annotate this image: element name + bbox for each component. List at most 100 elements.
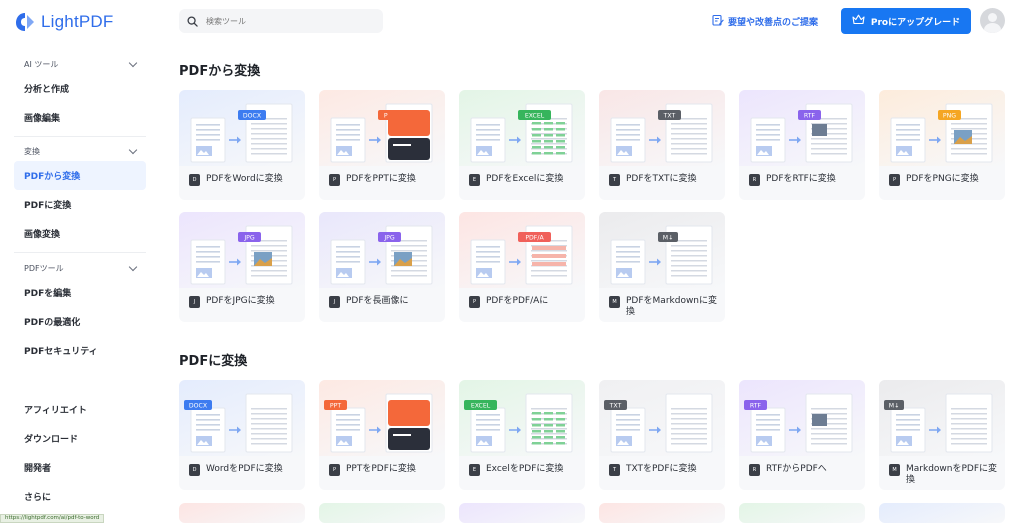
file-type-icon: M (609, 296, 620, 308)
tool-card-label: PDFをExcelに変換 (486, 174, 564, 184)
section-title-from-pdf: PDFから変換 (179, 64, 261, 79)
search-icon (187, 12, 198, 31)
nav-group-convert: 変換 PDFから変換 PDFに変換 画像変換 (14, 141, 146, 248)
chevron-down-icon (128, 145, 138, 154)
logo[interactable]: LightPDF (14, 8, 113, 36)
svg-text:RTF: RTF (804, 113, 816, 120)
file-type-icon: J (329, 296, 340, 308)
tool-card-thumbnail: RTF (739, 90, 865, 166)
tool-card[interactable]: TXT T TXTをPDFに変換 (599, 380, 725, 490)
tool-card-label-row: T TXTをPDFに変換 (609, 464, 719, 476)
file-type-icon: E (469, 464, 480, 476)
sidebar-item-optimize-pdf[interactable]: PDFの最適化 (14, 307, 146, 336)
tool-card-thumbnail: RTF (739, 380, 865, 456)
file-type-icon: D (189, 464, 200, 476)
file-type-icon: M (889, 464, 900, 476)
file-type-icon: E (469, 174, 480, 186)
sidebar-item-image-convert[interactable]: 画像変換 (14, 219, 146, 248)
tool-card-label-row: P PPTをPDFに変換 (329, 464, 439, 476)
tool-card-partial[interactable] (879, 503, 1005, 523)
tool-card-label: PDFをJPGに変換 (206, 296, 275, 306)
crown-icon (852, 14, 865, 28)
svg-text:DOCX: DOCX (243, 113, 262, 120)
nav-section-label: 変換 (24, 146, 40, 156)
tool-card-label: PDFをPDF/Aに (486, 296, 549, 306)
tool-card-thumbnail: TXT (599, 380, 725, 456)
tool-card-partial[interactable] (739, 503, 865, 523)
sidebar-item-pdf-security[interactable]: PDFセキュリティ (14, 336, 146, 365)
sidebar-item-more[interactable]: さらに (14, 482, 146, 511)
tool-card-label-row: R RTFからPDFへ (749, 464, 859, 476)
tool-card[interactable]: M↓ M MarkdownをPDFに変換 (879, 380, 1005, 490)
tool-card-label-row: D WordをPDFに変換 (189, 464, 299, 476)
svg-text:EXCEL: EXCEL (471, 403, 491, 410)
tool-card-partial[interactable] (179, 503, 305, 523)
tool-card[interactable]: PNG P PDFをPNGに変換 (879, 90, 1005, 200)
search-box[interactable] (179, 9, 383, 33)
tool-card[interactable]: JPG J PDFをJPGに変換 (179, 212, 305, 322)
tool-card[interactable]: JPG J PDFを長画像に (319, 212, 445, 322)
tool-card[interactable]: DOCX D WordをPDFに変換 (179, 380, 305, 490)
tool-card-partial[interactable] (319, 503, 445, 523)
sidebar-item-analyze-create[interactable]: 分析と作成 (14, 74, 146, 103)
status-url: https://lightpdf.com/ai/pdf-to-word (0, 514, 105, 523)
avatar[interactable] (980, 8, 1005, 33)
chevron-down-icon (128, 58, 138, 67)
feedback-label: 要望や改善点のご提案 (728, 17, 819, 28)
sidebar-item-to-pdf[interactable]: PDFに変換 (14, 190, 146, 219)
lightpdf-logo-icon (14, 11, 36, 33)
tool-card[interactable]: DOCX D PDFをWordに変換 (179, 90, 305, 200)
tool-card-partial[interactable] (599, 503, 725, 523)
logo-text: LightPDF (41, 12, 114, 31)
svg-text:DOCX: DOCX (189, 403, 208, 410)
file-type-icon: D (189, 174, 200, 186)
nav-section-pdf-tools[interactable]: PDFツール (14, 258, 146, 278)
nav-section-label: PDFツール (24, 263, 64, 273)
nav-group-pdf-tools: PDFツール PDFを編集 PDFの最適化 PDFセキュリティ (14, 258, 146, 365)
upgrade-button[interactable]: Proにアップグレード (841, 8, 971, 34)
tool-card-label-row: P PDFをPNGに変換 (889, 174, 999, 186)
tool-card-label-row: P PDFをPPTに変換 (329, 174, 439, 186)
tool-card-label-row: M MarkdownをPDFに変換 (889, 464, 999, 486)
tool-card-thumbnail: PPT (319, 90, 445, 166)
tool-card-label: PPTをPDFに変換 (346, 464, 416, 474)
tool-card-thumbnail: DOCX (179, 380, 305, 456)
tool-card[interactable]: PDF/A P PDFをPDF/Aに (459, 212, 585, 322)
file-type-icon: T (609, 174, 620, 186)
tool-card-thumbnail: DOCX (179, 90, 305, 166)
tool-card-label: PDFをTXTに変換 (626, 174, 697, 184)
tool-card[interactable]: PPT P PPTをPDFに変換 (319, 380, 445, 490)
tool-card-thumbnail: M↓ (599, 212, 725, 288)
tool-card-label-row: D PDFをWordに変換 (189, 174, 299, 186)
tool-card-thumbnail: PDF/A (459, 212, 585, 288)
search-input[interactable] (206, 16, 366, 26)
tool-card[interactable]: EXCEL E PDFをExcelに変換 (459, 90, 585, 200)
sidebar-item-affiliate[interactable]: アフィリエイト (14, 395, 146, 424)
sidebar-item-edit-pdf[interactable]: PDFを編集 (14, 278, 146, 307)
feedback-link[interactable]: 要望や改善点のご提案 (712, 12, 818, 30)
tool-card-label-row: J PDFを長画像に (329, 296, 439, 308)
nav-section-ai-tools[interactable]: AI ツール (14, 54, 146, 74)
tool-card[interactable]: EXCEL E ExcelをPDFに変換 (459, 380, 585, 490)
tool-card-thumbnail: EXCEL (459, 380, 585, 456)
tool-card-label: PDFをRTFに変換 (766, 174, 836, 184)
sidebar-item-from-pdf[interactable]: PDFから変換 (14, 161, 146, 190)
tool-card[interactable]: TXT T PDFをTXTに変換 (599, 90, 725, 200)
tool-card[interactable]: M↓ M PDFをMarkdownに変換 (599, 212, 725, 322)
sidebar-item-image-edit[interactable]: 画像編集 (14, 103, 146, 132)
tool-card[interactable]: RTF R PDFをRTFに変換 (739, 90, 865, 200)
tool-card-label: PDFをPPTに変換 (346, 174, 416, 184)
file-type-icon: P (329, 464, 340, 476)
tool-card-label: PDFをPNGに変換 (906, 174, 979, 184)
nav-group-bottom: アフィリエイト ダウンロード 開発者 さらに (14, 395, 146, 511)
file-type-icon: P (469, 296, 480, 308)
sidebar-item-developer[interactable]: 開発者 (14, 453, 146, 482)
svg-text:PDF/A: PDF/A (525, 235, 544, 242)
file-type-icon: R (749, 174, 760, 186)
nav-section-convert[interactable]: 変換 (14, 141, 146, 161)
tool-card-partial[interactable] (459, 503, 585, 523)
tool-card-thumbnail: EXCEL (459, 90, 585, 166)
sidebar-item-download[interactable]: ダウンロード (14, 424, 146, 453)
tool-card[interactable]: PPT P PDFをPPTに変換 (319, 90, 445, 200)
tool-card[interactable]: RTF R RTFからPDFへ (739, 380, 865, 490)
